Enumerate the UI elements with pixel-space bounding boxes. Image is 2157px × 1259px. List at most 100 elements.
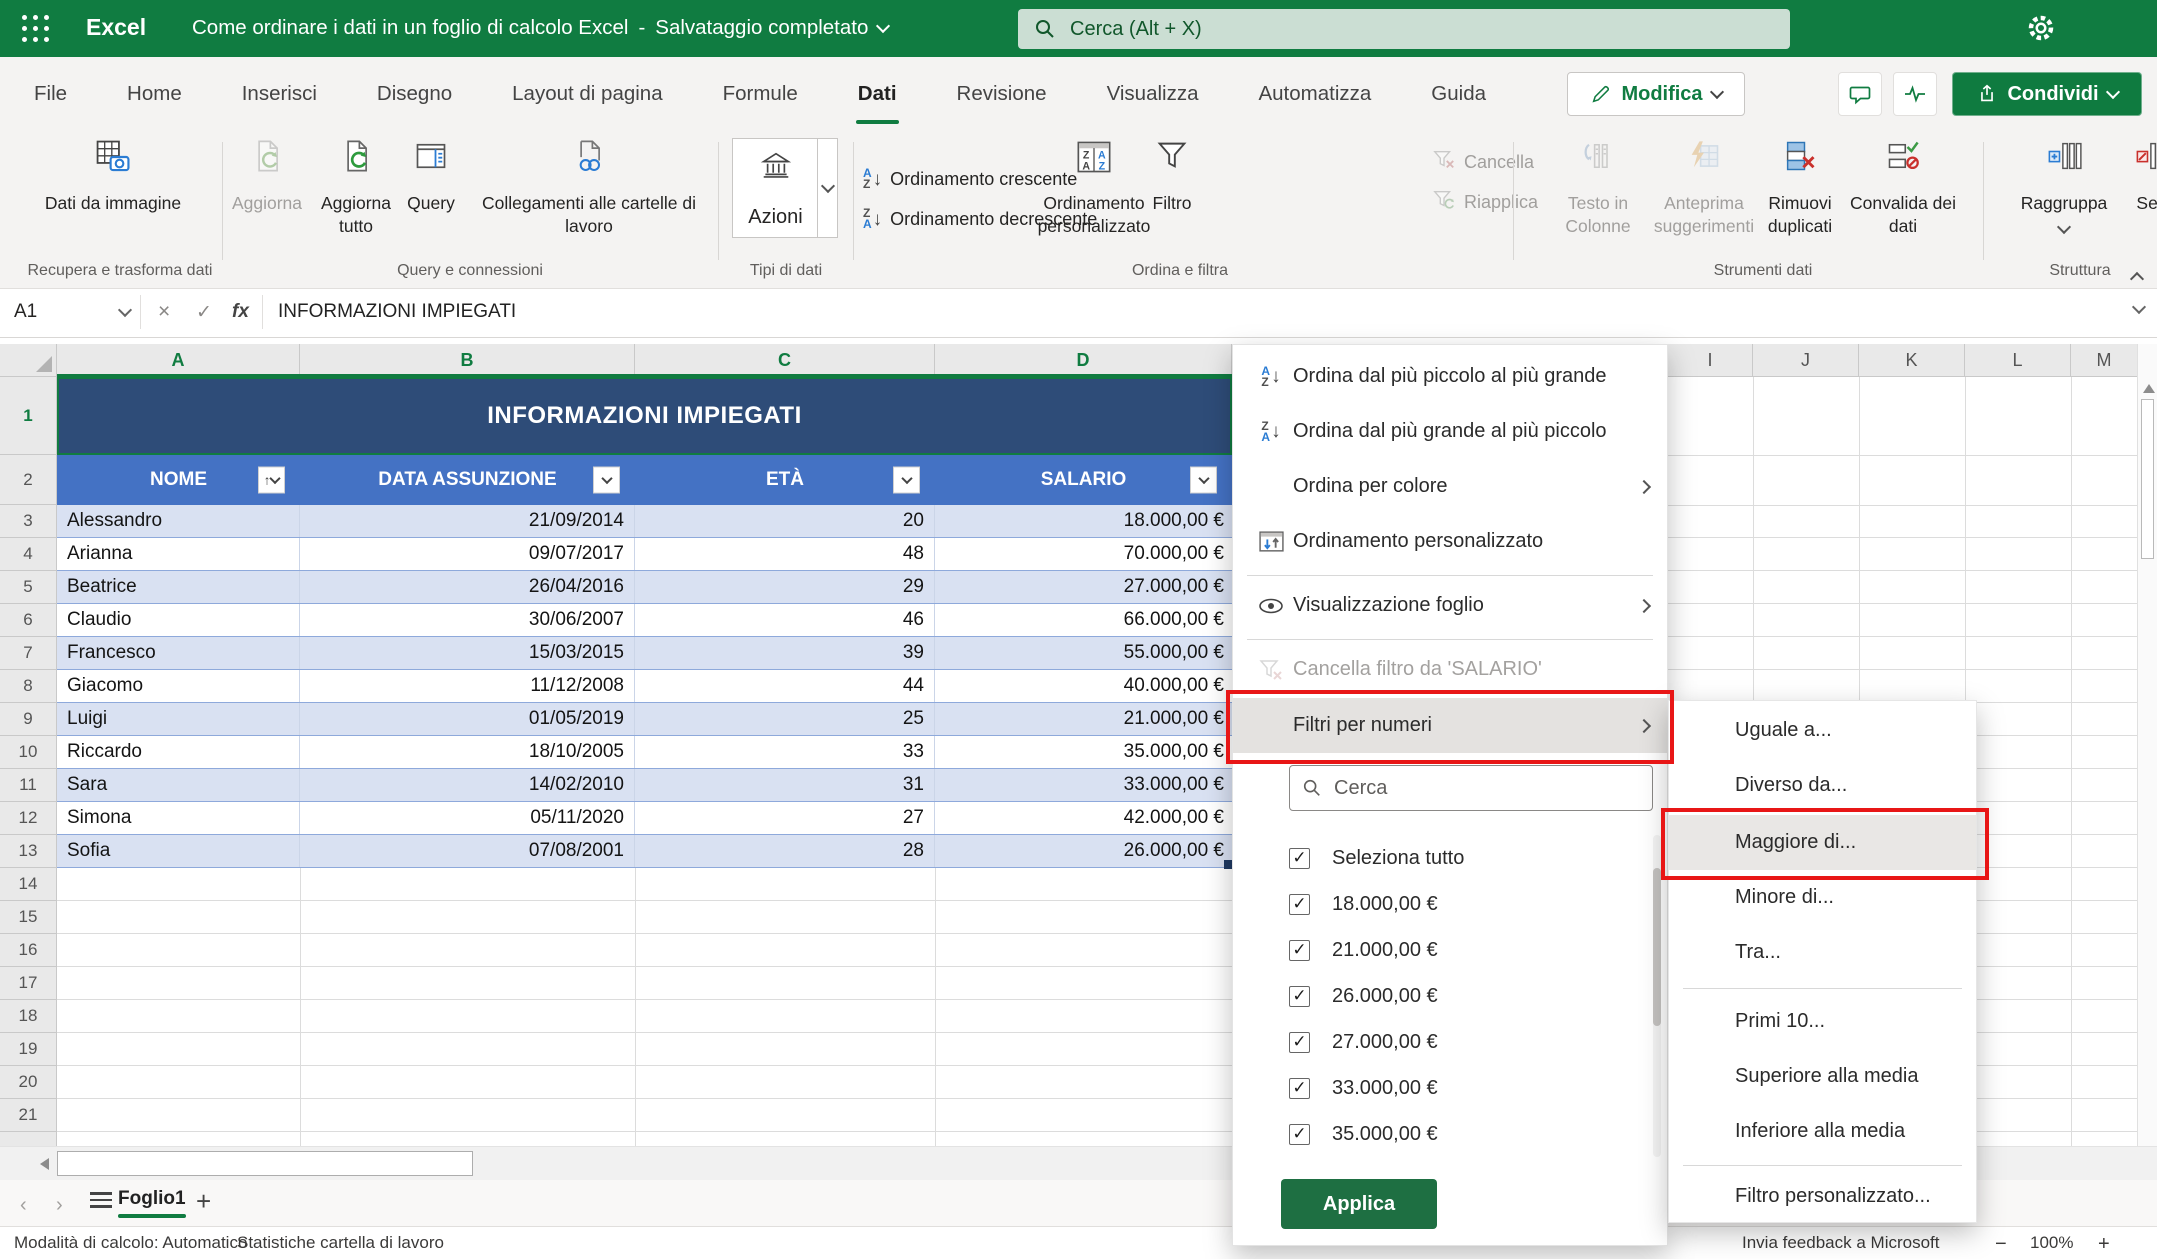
riapplica-button[interactable]: Riapplica [1432,188,1538,217]
row-header[interactable]: 19 [0,1033,56,1066]
row-header[interactable]: 9 [0,703,56,736]
apply-filter-button[interactable]: Applica [1281,1179,1437,1229]
filter-value-row[interactable]: 21.000,00 € [1233,927,1653,973]
horizontal-scrollbar-thumb[interactable] [57,1151,473,1176]
column-header-i[interactable]: I [1668,344,1753,376]
submenu-diverso-da[interactable]: Diverso da... [1669,758,1976,813]
row-header[interactable]: 7 [0,637,56,670]
column-header-c[interactable]: C [635,344,935,376]
row-header[interactable]: 13 [0,835,56,868]
eta-filter-button[interactable] [893,467,920,494]
column-header-l[interactable]: L [1965,344,2071,376]
separa-button[interactable]: Sep [2112,138,2157,215]
row-header[interactable]: 12 [0,802,56,835]
cell-salario[interactable]: 27.000,00 € [935,571,1232,603]
filtro-button[interactable]: Filtro [1142,138,1202,215]
header-cell-data-assunzione[interactable]: DATA ASSUNZIONE [300,455,635,505]
cell-nome[interactable]: Simona [57,802,300,834]
cell-data-assunzione[interactable]: 05/11/2020 [300,802,635,834]
testo-in-colonne-button[interactable]: Testo in Colonne [1548,138,1648,238]
submenu-primi-10[interactable]: Primi 10... [1669,994,1976,1049]
azioni-gallery[interactable]: Azioni [732,138,838,238]
menu-sort-largest-smallest[interactable]: ZA↓ Ordina dal più grande al più piccolo [1233,404,1667,459]
tab-automatizza[interactable]: Automatizza [1256,78,1373,110]
tab-visualizza[interactable]: Visualizza [1105,78,1201,110]
checked-checkbox-icon[interactable] [1289,1124,1310,1145]
tab-formule[interactable]: Formule [721,78,800,110]
rimuovi-duplicati-button[interactable]: Rimuovi duplicati [1760,138,1840,238]
title-chevron-down-icon[interactable] [876,19,890,33]
checked-checkbox-icon[interactable] [1289,1078,1310,1099]
aggiorna-button[interactable]: Aggiorna [226,138,308,215]
tab-inserisci[interactable]: Inserisci [240,78,319,110]
submenu-uguale-a[interactable]: Uguale a... [1669,703,1976,758]
aggiorna-tutto-button[interactable]: Aggiorna tutto [312,138,400,238]
column-header-d[interactable]: D [935,344,1232,376]
cell-eta[interactable]: 39 [635,637,935,669]
submenu-inferiore-alla-media[interactable]: Inferiore alla media [1669,1104,1976,1159]
cell-data-assunzione[interactable]: 26/04/2016 [300,571,635,603]
cell-eta[interactable]: 27 [635,802,935,834]
cell-nome[interactable]: Arianna [57,538,300,570]
scroll-up-arrow-icon[interactable] [2143,384,2155,393]
calc-mode-status[interactable]: Modalità di calcolo: Automatico [14,1233,247,1253]
header-cell-eta[interactable]: ETÀ [635,455,935,505]
cell-data-assunzione[interactable]: 18/10/2005 [300,736,635,768]
row-header[interactable]: 14 [0,868,56,901]
table-title-cell[interactable]: INFORMAZIONI IMPIEGATI [57,377,1232,455]
filter-search-input[interactable] [1332,776,1616,801]
vertical-scrollbar[interactable] [2137,344,2157,1146]
tab-disegno[interactable]: Disegno [375,78,454,110]
tab-revisione[interactable]: Revisione [955,78,1049,110]
next-sheet-chevron-icon[interactable]: › [56,1194,63,1217]
checked-checkbox-icon[interactable] [1289,894,1310,915]
modifica-mode-button[interactable]: Modifica [1567,72,1745,116]
confirm-entry-button[interactable]: ✓ [196,289,212,335]
search-input[interactable] [1068,17,1672,42]
cell-data-assunzione[interactable]: 14/02/2010 [300,769,635,801]
tab-dati[interactable]: Dati [856,78,899,110]
all-sheets-menu-icon[interactable] [90,1192,112,1208]
vertical-scrollbar-thumb[interactable] [2141,399,2154,559]
collegamenti-cartelle-button[interactable]: Collegamenti alle cartelle di lavoro [463,138,715,238]
cell-salario[interactable]: 66.000,00 € [935,604,1232,636]
document-title[interactable]: Come ordinare i dati in un foglio di cal… [192,16,888,40]
cell-data-assunzione[interactable]: 15/03/2015 [300,637,635,669]
menu-sort-by-color[interactable]: Ordina per colore [1233,459,1667,514]
cell-salario[interactable]: 35.000,00 € [935,736,1232,768]
column-header-b[interactable]: B [300,344,635,376]
column-header-k[interactable]: K [1859,344,1965,376]
row-header[interactable]: 5 [0,571,56,604]
cell-nome[interactable]: Claudio [57,604,300,636]
cell-salario[interactable]: 70.000,00 € [935,538,1232,570]
menu-sheet-view[interactable]: Visualizzazione foglio [1233,578,1667,633]
filter-list-scrollbar-thumb[interactable] [1653,868,1661,1026]
cell-nome[interactable]: Beatrice [57,571,300,603]
menu-custom-sort[interactable]: Ordinamento personalizzato [1233,514,1667,569]
row-header[interactable]: 10 [0,736,56,769]
cell-eta[interactable]: 48 [635,538,935,570]
cell-data-assunzione[interactable]: 07/08/2001 [300,835,635,867]
row-header[interactable]: 15 [0,901,56,934]
row-header[interactable]: 6 [0,604,56,637]
cell-salario[interactable]: 18.000,00 € [935,505,1232,537]
submenu-minore-di[interactable]: Minore di... [1669,870,1976,925]
salario-filter-button[interactable] [1190,467,1217,494]
zoom-in-button[interactable]: + [2098,1233,2110,1256]
dati-da-immagine-button[interactable]: Dati da immagine [38,138,188,215]
row-header[interactable]: 20 [0,1066,56,1099]
cell-data-assunzione[interactable]: 30/06/2007 [300,604,635,636]
column-header-j[interactable]: J [1753,344,1859,376]
cell-data-assunzione[interactable]: 11/12/2008 [300,670,635,702]
workbook-statistics[interactable]: Statistiche cartella di lavoro [237,1233,444,1253]
cancella-button[interactable]: Cancella [1432,148,1534,177]
row-header[interactable]: 8 [0,670,56,703]
submenu-superiore-alla-media[interactable]: Superiore alla media [1669,1049,1976,1104]
cell-eta[interactable]: 29 [635,571,935,603]
select-all-corner[interactable] [0,344,57,376]
cell-nome[interactable]: Giacomo [57,670,300,702]
filter-value-row[interactable]: 27.000,00 € [1233,1019,1653,1065]
fx-insert-function-button[interactable]: fx [232,289,249,335]
cell-data-assunzione[interactable]: 01/05/2019 [300,703,635,735]
filter-value-row[interactable]: 35.000,00 € [1233,1111,1653,1157]
